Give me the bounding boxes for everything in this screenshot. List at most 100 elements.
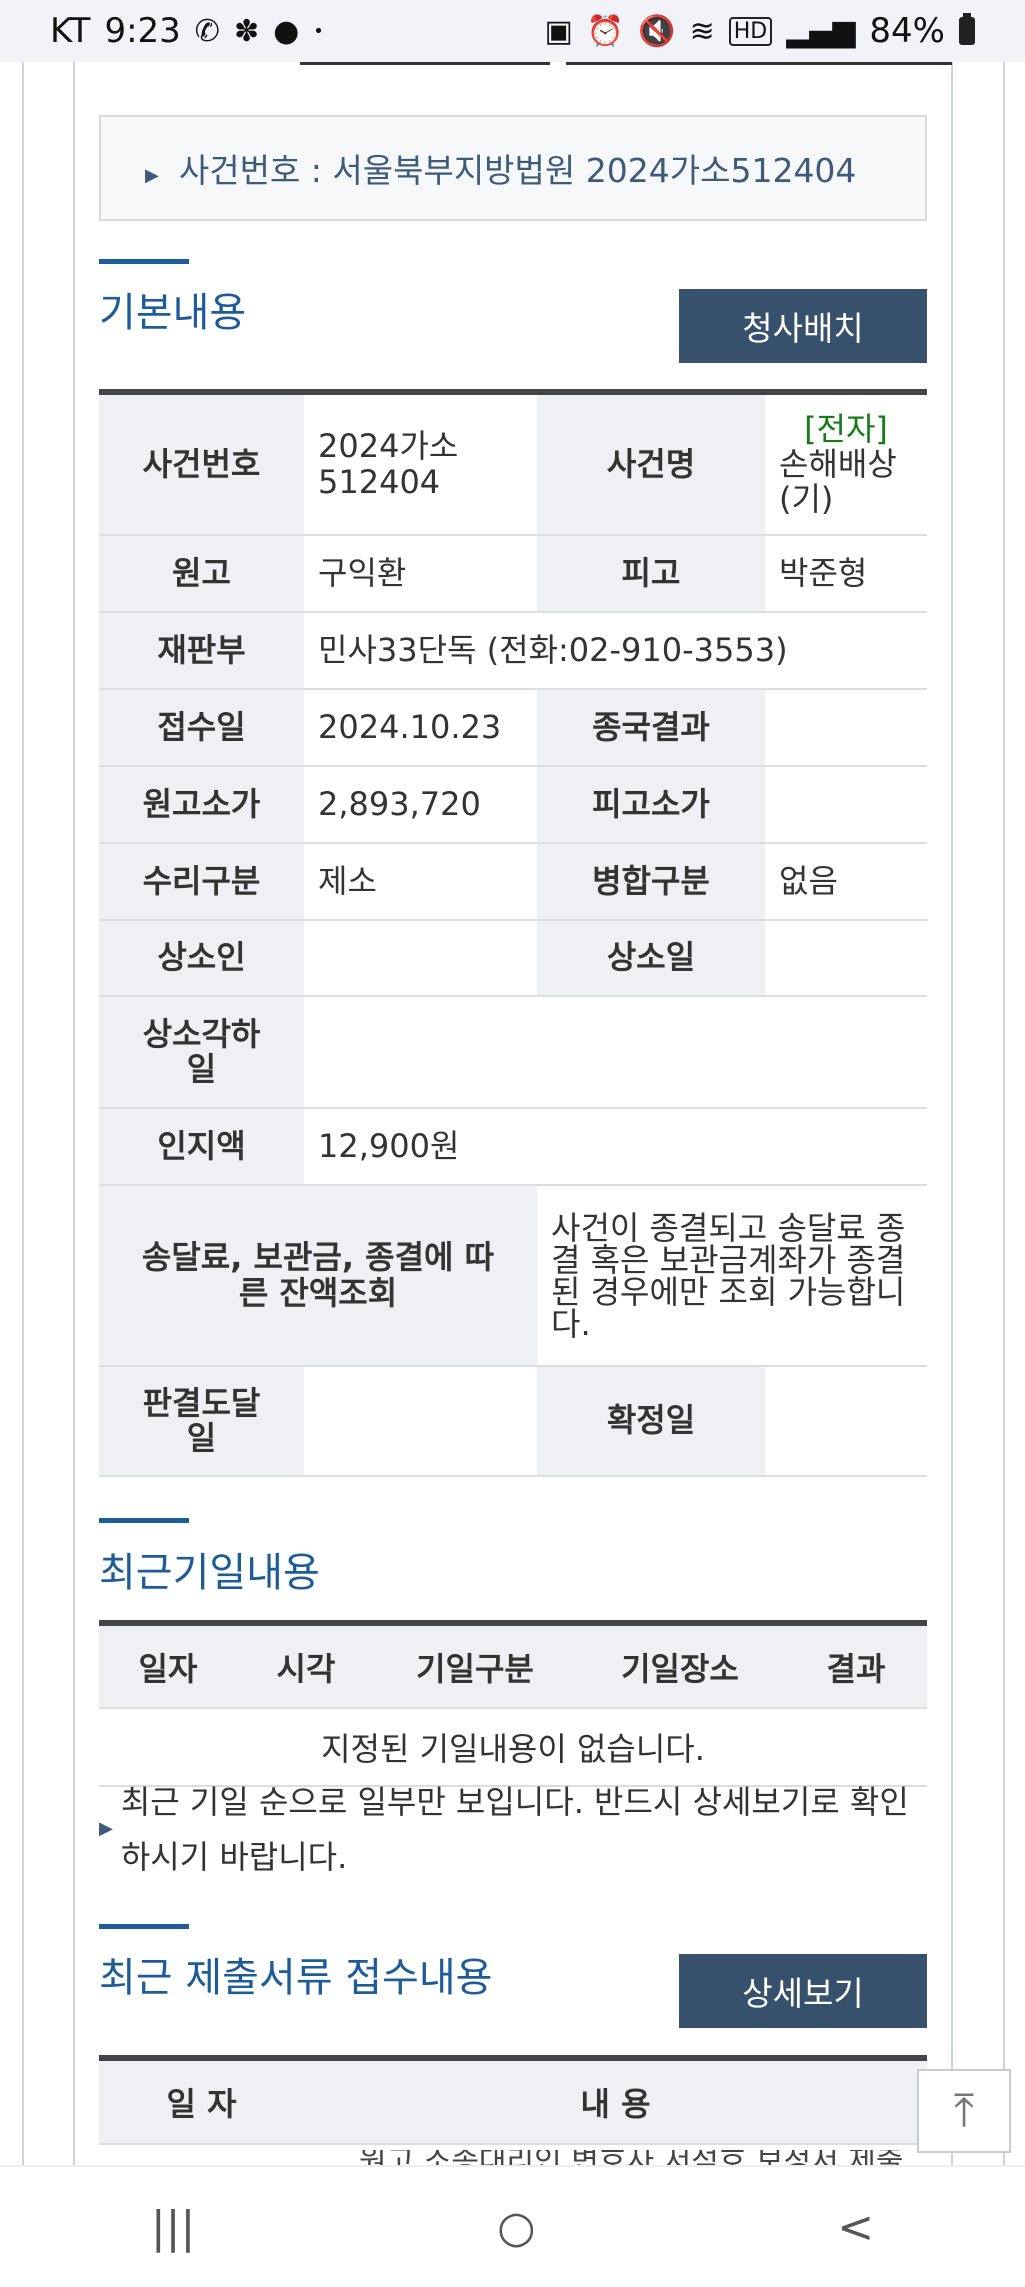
cell-label: 판결도달일	[99, 1366, 304, 1477]
top-tab-line	[300, 62, 550, 65]
dates-note-text: 최근 기일 순으로 일부만 보입니다. 반드시 상세보기로 확인하시기 바랍니다…	[120, 1783, 909, 1876]
appellant-value	[304, 920, 537, 997]
plaintiff-value: 구익환	[304, 535, 537, 613]
battery-saver-icon: ▣	[544, 13, 573, 49]
dates-note: ▶ 최근 기일 순으로 일부만 보입니다. 반드시 상세보기로 확인하시기 바랍…	[99, 1775, 927, 1885]
battery-percent: 84%	[869, 11, 945, 51]
flower-icon: ✽	[233, 13, 260, 49]
table-row: 원고소가 2,893,720 피고소가	[99, 766, 927, 844]
plaintiff-amount-value: 2,893,720	[304, 766, 537, 844]
table-row: 인지액 12,900원	[99, 1108, 927, 1186]
cell-label: 상소일	[537, 920, 765, 997]
basic-info-table: 사건번호 2024가소512404 사건명 [전자] 손해배상(기) 원고 구익…	[99, 389, 927, 1477]
back-icon[interactable]: <	[837, 2202, 874, 2253]
case-number-heading: 사건번호 : 서울북부지방법원 2024가소512404	[178, 151, 857, 190]
table-row: 원고 소송대리인 변호사 서석호 보정서 제출	[99, 2150, 927, 2166]
appeal-dismiss-value	[304, 996, 927, 1109]
column-header: 기일구분	[375, 1623, 575, 1709]
court-value: 민사33단독 (전화:02-910-3553)	[304, 612, 927, 690]
phone-call-icon: ✆	[194, 13, 220, 49]
final-date-value	[765, 1366, 927, 1477]
home-icon[interactable]: ○	[497, 2202, 535, 2253]
page-border-right	[1003, 62, 1005, 2165]
delivery-date-value	[304, 1366, 537, 1477]
result-value	[765, 689, 927, 767]
arrow-up-icon: ⤒	[953, 2083, 975, 2137]
filed-date-value: 2024.10.23	[304, 689, 537, 767]
cell-label: 사건명	[537, 392, 765, 536]
top-tab-line	[566, 62, 952, 65]
dates-section-title: 최근기일내용	[99, 1550, 320, 1596]
detail-view-button[interactable]: 상세보기	[679, 1954, 927, 2028]
case-number-box: ▶ 사건번호 : 서울북부지방법원 2024가소512404	[99, 115, 927, 221]
basic-section-title: 기본내용	[99, 290, 247, 336]
signal-icon: ▂▄▆	[786, 13, 856, 49]
table-row: 상소인 상소일	[99, 920, 927, 997]
table-row: 송달료, 보관금, 종결에 따른 잔액조회 사건이 종결되고 송달료 종결 혹은…	[99, 1185, 927, 1367]
case-name-value: [전자] 손해배상(기)	[765, 392, 927, 536]
dot-icon: •	[313, 20, 324, 42]
carrier-label: KT	[50, 11, 91, 51]
navigation-bar: ||| ○ <	[0, 2165, 1025, 2287]
column-header: 기일장소	[575, 1623, 785, 1709]
scroll-to-top-button[interactable]: ⤒	[917, 2069, 1011, 2153]
cell-label: 송달료, 보관금, 종결에 따른 잔액조회	[99, 1185, 537, 1367]
cell-label: 종국결과	[537, 689, 765, 767]
cell-label: 원고소가	[99, 766, 304, 844]
table-row: 접수일 2024.10.23 종국결과	[99, 689, 927, 767]
table-row: 재판부 민사33단독 (전화:02-910-3553)	[99, 612, 927, 690]
cell-label: 접수일	[99, 689, 304, 767]
column-header: 일 자	[99, 2058, 304, 2145]
cell-label: 원고	[99, 535, 304, 613]
triangle-right-icon: ▶	[99, 1818, 113, 1839]
section-accent	[99, 1518, 189, 1523]
case-name-text: 손해배상(기)	[779, 444, 897, 519]
battery-icon	[959, 13, 975, 45]
court-map-button[interactable]: 청사배치	[679, 289, 927, 363]
section-accent	[99, 1924, 189, 1929]
defendant-value: 박준형	[765, 535, 927, 613]
balance-inquiry-value: 사건이 종결되고 송달료 종결 혹은 보관금계좌가 종결된 경우에만 조회 가능…	[537, 1185, 927, 1367]
cell-label: 피고소가	[537, 766, 765, 844]
doc-content-cut: 원고 소송대리인 변호사 서석호 보정서 제출	[99, 2150, 927, 2166]
column-header: 결과	[785, 1623, 927, 1709]
hd-icon: HD	[728, 16, 773, 46]
section-accent	[99, 259, 189, 264]
cell-label: 병합구분	[537, 843, 765, 921]
column-header: 시각	[237, 1623, 375, 1709]
mute-icon: 🔇	[638, 13, 676, 49]
cell-label: 재판부	[99, 612, 304, 690]
clock: 9:23	[104, 11, 181, 51]
accept-type-value: 제소	[304, 843, 537, 921]
cell-label: 상소인	[99, 920, 304, 997]
cell-label: 인지액	[99, 1108, 304, 1186]
cell-label: 사건번호	[99, 392, 304, 536]
stamp-fee-value: 12,900원	[304, 1108, 927, 1186]
cell-label: 확정일	[537, 1366, 765, 1477]
alarm-icon: ⏰	[586, 13, 625, 49]
defendant-amount-value	[765, 766, 927, 844]
electronic-tag: [전자]	[804, 409, 888, 448]
table-row: 수리구분 제소 병합구분 없음	[99, 843, 927, 921]
cell-label: 수리구분	[99, 843, 304, 921]
cell-label: 상소각하일	[99, 996, 304, 1109]
table-row: 상소각하일	[99, 996, 927, 1109]
docs-table: 일 자 내 용	[99, 2055, 927, 2145]
dates-table: 일자 시각 기일구분 기일장소 결과 지정된 기일내용이 없습니다.	[99, 1620, 927, 1787]
chat-bubble-icon: ●	[273, 13, 300, 49]
status-bar: KT 9:23 ✆ ✽ ● • ▣ ⏰ 🔇 ≋ HD ▂▄▆ 84%	[0, 0, 1025, 62]
cell-label: 피고	[537, 535, 765, 613]
page-border-left	[22, 62, 24, 2165]
wifi-icon: ≋	[689, 13, 715, 49]
recent-apps-icon[interactable]: |||	[151, 2202, 195, 2253]
case-number-value: 2024가소512404	[304, 392, 537, 536]
table-row: 사건번호 2024가소512404 사건명 [전자] 손해배상(기)	[99, 392, 927, 536]
triangle-right-icon: ▶	[145, 164, 159, 186]
column-header: 일자	[99, 1623, 237, 1709]
column-header: 내 용	[304, 2058, 927, 2145]
docs-section-title: 최근 제출서류 접수내용	[99, 1955, 493, 2001]
merge-type-value: 없음	[765, 843, 927, 921]
appeal-date-value	[765, 920, 927, 997]
table-row: 판결도달일 확정일	[99, 1366, 927, 1477]
table-row: 원고 구익환 피고 박준형	[99, 535, 927, 613]
